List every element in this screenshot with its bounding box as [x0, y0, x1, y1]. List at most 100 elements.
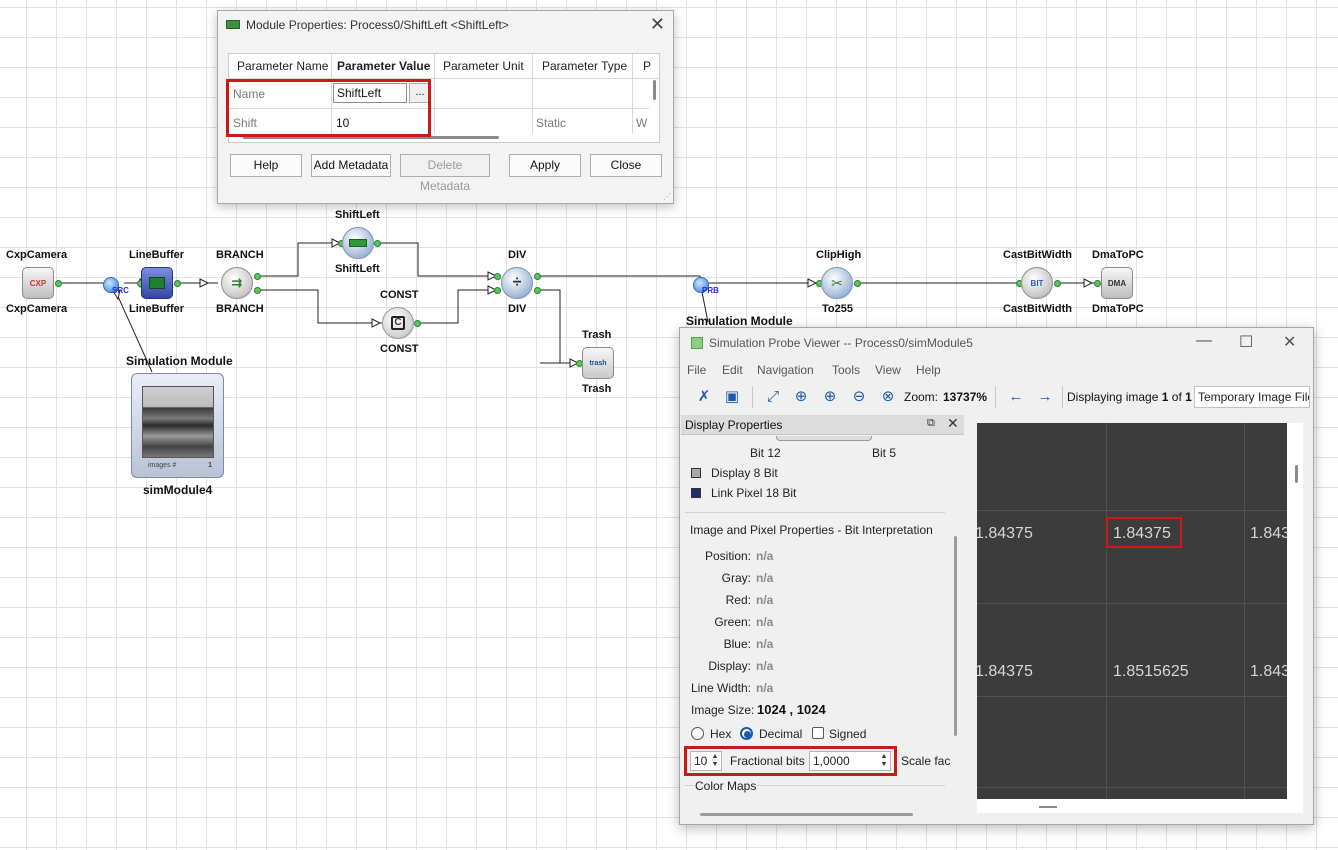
- shift-left-icon: [349, 239, 367, 247]
- previous-image-icon[interactable]: ←: [1006, 387, 1026, 407]
- linebuffer-node[interactable]: [141, 267, 173, 299]
- maximize-icon[interactable]: ☐: [1239, 332, 1253, 352]
- bit-interpretation-section: Image and Pixel Properties - Bit Interpr…: [690, 523, 933, 537]
- menu-edit[interactable]: Edit: [722, 363, 743, 377]
- resize-grip[interactable]: ⋰: [663, 192, 671, 201]
- output-port[interactable]: [534, 287, 541, 294]
- module-properties-dialog: Module Properties: Process0/ShiftLeft <S…: [217, 10, 674, 204]
- output-port[interactable]: [414, 320, 421, 327]
- signed-label: Signed: [829, 727, 867, 741]
- position-label: Position:: [704, 549, 751, 563]
- sim-module-thumbnail[interactable]: images # 1: [131, 373, 224, 478]
- zoom-region-icon[interactable]: ⊕: [791, 387, 811, 407]
- bit-cast-icon: BIT: [1030, 278, 1044, 288]
- const-top-label: CONST: [380, 289, 419, 301]
- column-header[interactable]: P: [643, 59, 651, 73]
- column-header[interactable]: Parameter Name: [237, 59, 328, 73]
- zoom-label: Zoom:: [904, 390, 939, 404]
- close-icon[interactable]: ✕: [650, 14, 665, 35]
- close-icon[interactable]: ✕: [1283, 332, 1296, 352]
- close-panel-icon[interactable]: ✕: [947, 415, 959, 432]
- memory-chip-icon: [149, 277, 165, 289]
- branch-node[interactable]: ⇉: [221, 267, 253, 299]
- output-port[interactable]: [374, 240, 381, 247]
- hex-radio[interactable]: [691, 727, 704, 740]
- image-source-field[interactable]: Temporary Image File: [1194, 386, 1310, 408]
- input-port[interactable]: [1094, 280, 1101, 287]
- zoom-in-icon[interactable]: ⊕: [820, 387, 840, 407]
- output-port[interactable]: [1054, 280, 1061, 287]
- position-value: n/a: [756, 549, 774, 563]
- next-image-icon[interactable]: →: [1035, 387, 1055, 407]
- menu-view[interactable]: View: [875, 363, 901, 377]
- image-view[interactable]: 1.84375 1.84375 1.843 1.84375 1.8515625 …: [977, 423, 1303, 813]
- image-vertical-scrollbar[interactable]: [1295, 465, 1298, 483]
- minimize-icon[interactable]: —: [1196, 332, 1212, 350]
- column-header[interactable]: Parameter Value: [337, 59, 430, 73]
- shiftleft-node[interactable]: [342, 227, 374, 259]
- panel-title: Display Properties: [685, 418, 783, 432]
- bit-left-label: Bit 12: [750, 446, 781, 460]
- menu-tools[interactable]: Tools: [832, 363, 860, 377]
- image-index: 1: [1161, 390, 1169, 404]
- help-button[interactable]: Help: [230, 154, 302, 177]
- output-port[interactable]: [254, 273, 261, 280]
- pixel-value: 1.84375: [977, 525, 1033, 542]
- zoom-out-icon[interactable]: ⊖: [849, 387, 869, 407]
- prb-tag: PRB: [702, 286, 719, 295]
- linebuffer-top-label: LineBuffer: [129, 249, 184, 261]
- menu-navigation[interactable]: Navigation: [757, 363, 814, 377]
- const-node[interactable]: C: [382, 307, 414, 339]
- image-horizontal-scrollbar[interactable]: [1039, 806, 1057, 808]
- output-port[interactable]: [254, 287, 261, 294]
- output-port[interactable]: [534, 273, 541, 280]
- close-button[interactable]: Close: [590, 154, 662, 177]
- panel-horizontal-scrollbar[interactable]: [700, 813, 913, 816]
- trash-icon: trash: [589, 359, 607, 367]
- float-panel-icon[interactable]: ⧉: [927, 417, 935, 430]
- image-total: 1: [1185, 390, 1192, 404]
- shiftleft-top-label: ShiftLeft: [335, 209, 380, 221]
- cxpcamera-node[interactable]: CXP: [22, 267, 54, 299]
- vertical-scrollbar[interactable]: [653, 80, 656, 100]
- hex-label: Hex: [710, 727, 732, 741]
- output-port[interactable]: [174, 280, 181, 287]
- red-label: Red:: [725, 593, 751, 607]
- pixel-grid[interactable]: 1.84375 1.84375 1.843 1.84375 1.8515625 …: [977, 423, 1287, 799]
- menu-file[interactable]: File: [687, 363, 706, 377]
- column-header[interactable]: Parameter Unit: [443, 59, 524, 73]
- gray-value: n/a: [756, 571, 774, 585]
- input-port[interactable]: [494, 273, 501, 280]
- panel-vertical-scrollbar[interactable]: [954, 536, 957, 736]
- trash-node[interactable]: trash: [582, 347, 614, 379]
- src-tag: SRC: [112, 286, 129, 295]
- bit-range-slider[interactable]: [776, 436, 872, 441]
- image-size-value: 1024 , 1024: [757, 702, 826, 717]
- fit-to-window-icon[interactable]: ⤢: [763, 387, 783, 407]
- output-port[interactable]: [854, 280, 861, 287]
- tools-icon[interactable]: ✗: [694, 387, 714, 407]
- signed-checkbox[interactable]: [812, 727, 824, 739]
- castbitwidth-node[interactable]: BIT: [1021, 267, 1053, 299]
- castbitwidth-bottom-label: CastBitWidth: [1003, 303, 1072, 315]
- save-icon[interactable]: ▣: [722, 387, 742, 407]
- green-value: n/a: [756, 615, 774, 629]
- decimal-radio[interactable]: [740, 727, 753, 740]
- input-port[interactable]: [494, 287, 501, 294]
- highlight-box: [684, 746, 897, 776]
- div-node[interactable]: ÷: [501, 267, 533, 299]
- column-header[interactable]: Parameter Type: [542, 59, 627, 73]
- menu-help[interactable]: Help: [916, 363, 941, 377]
- zoom-reset-icon[interactable]: ⊗: [878, 387, 898, 407]
- trash-top-label: Trash: [582, 329, 612, 341]
- add-metadata-button[interactable]: Add Metadata: [311, 154, 391, 177]
- apply-button[interactable]: Apply: [509, 154, 581, 177]
- link-pixel-swatch: [691, 488, 701, 498]
- sim-images-count: 1: [208, 462, 212, 469]
- delete-metadata-button[interactable]: Delete Metadata: [400, 154, 490, 193]
- dmatopc-node[interactable]: DMA: [1101, 267, 1133, 299]
- cliphigh-node[interactable]: ✂: [821, 267, 853, 299]
- app-icon: [691, 337, 703, 349]
- dialog-title: Module Properties: Process0/ShiftLeft <S…: [246, 18, 509, 32]
- output-port[interactable]: [55, 280, 62, 287]
